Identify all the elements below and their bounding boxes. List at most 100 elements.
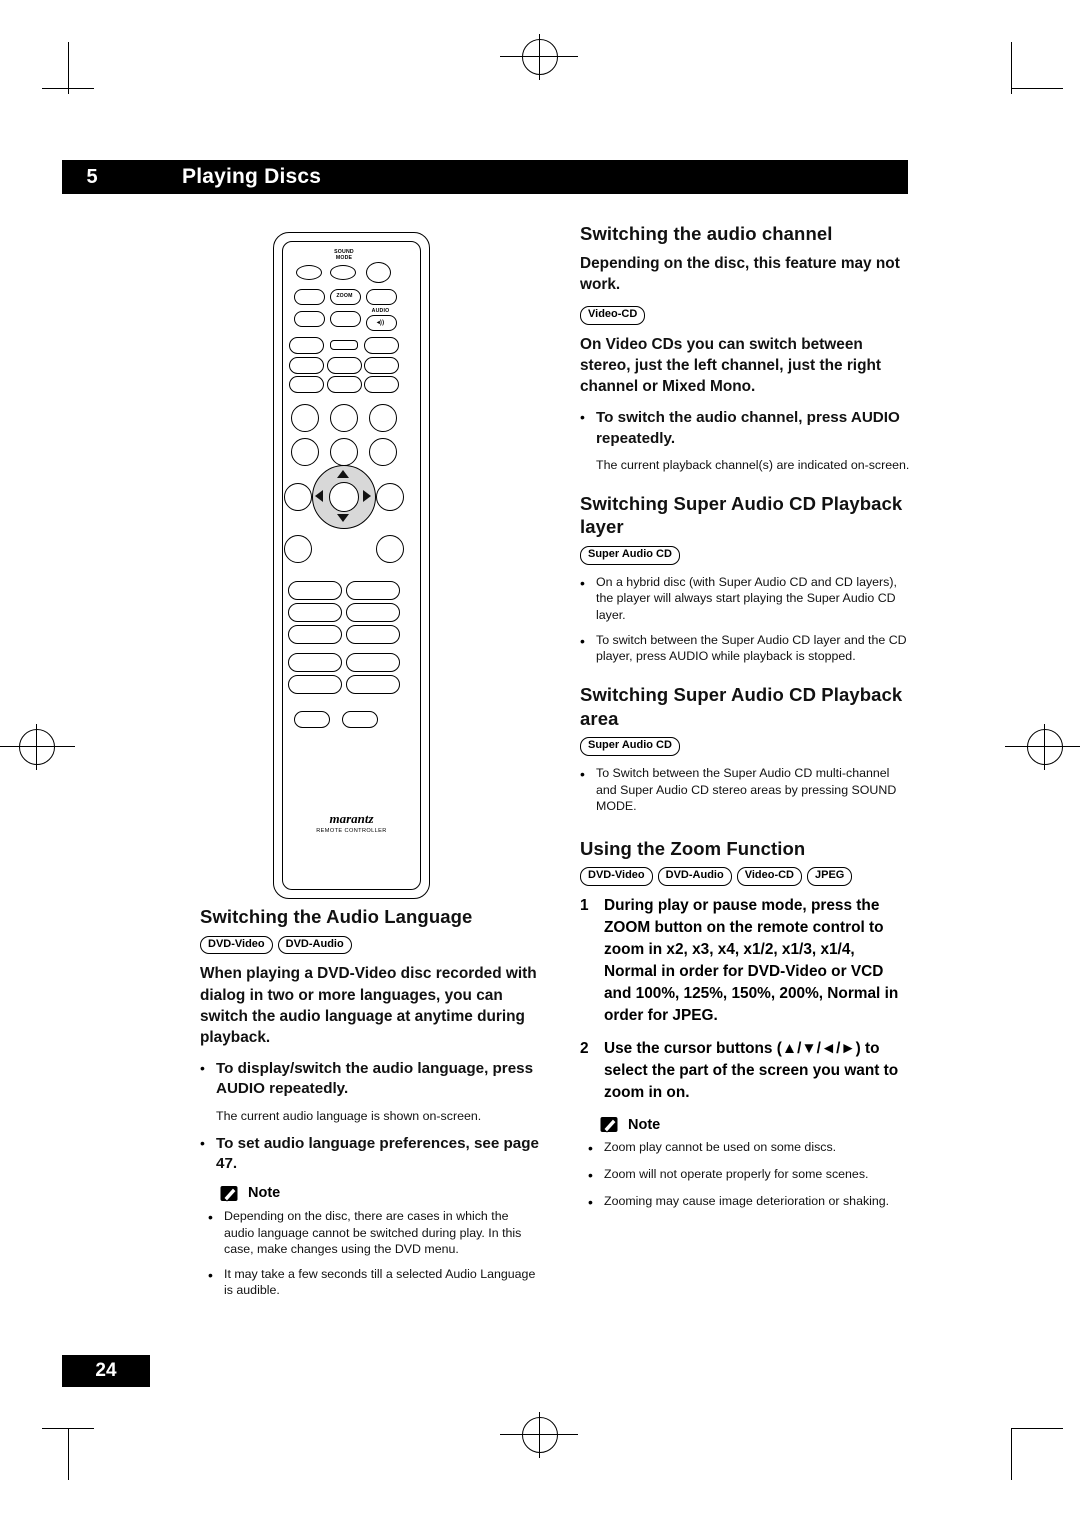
remote-label-audio: AUDIO: [371, 308, 390, 314]
bullet-dot: •: [200, 1059, 205, 1076]
remote-button-r6c2[interactable]: [327, 376, 362, 393]
bullet-text: On a hybrid disc (with Super Audio CD an…: [596, 574, 897, 623]
note-item-right-3: • Zooming may cause image deterioration …: [588, 1193, 910, 1212]
note-item-right-2: • Zoom will not operate properly for som…: [588, 1166, 910, 1185]
remote-button-r5c1[interactable]: [289, 357, 324, 374]
right-column: Switching the audio channel Depending on…: [580, 222, 910, 1220]
remote-button-r10-right[interactable]: [376, 535, 404, 563]
remote-button-r6c3[interactable]: [364, 376, 399, 393]
badge-super-audio-cd: Super Audio CD: [580, 546, 680, 565]
remote-button-r3c1[interactable]: [294, 311, 325, 327]
remote-button-r5c3[interactable]: [364, 357, 399, 374]
remote-button-r15c2[interactable]: [346, 675, 400, 694]
note-text: It may take a few seconds till a selecte…: [224, 1266, 536, 1298]
badge-dvd-video: DVD-Video: [580, 867, 653, 887]
remote-button-r11c2[interactable]: [346, 581, 400, 600]
registration-mark-bottom-cross-v: [538, 1412, 540, 1458]
bullet-text: To display/switch the audio language, pr…: [216, 1059, 534, 1098]
remote-button-r5c2[interactable]: [327, 357, 362, 374]
remote-button-r16c1[interactable]: [294, 711, 330, 728]
remote-button-r1c1[interactable]: [296, 265, 322, 280]
remote-button-r13c2[interactable]: [346, 625, 400, 644]
bullet-dot: •: [208, 1208, 213, 1225]
remote-button-r9-right[interactable]: [376, 483, 404, 511]
registration-mark-top-cross-v: [538, 34, 540, 80]
note-label: Note: [628, 1116, 661, 1133]
registration-mark-right-cross-v: [1043, 724, 1045, 770]
crop-mark-top-left-v: [68, 42, 70, 94]
badge-dvd-audio: DVD-Audio: [657, 867, 732, 887]
badge-jpeg: JPEG: [807, 867, 853, 887]
bullet-dot: •: [580, 765, 585, 782]
remote-dpad-right-icon: [363, 490, 371, 502]
remote-button-r10-left[interactable]: [284, 535, 312, 563]
bullet-subtext-playback-channel: The current playback channel(s) are indi…: [596, 458, 910, 473]
step-2-zoom: 2 Use the cursor buttons (▲/▼/◄/►) to se…: [580, 1038, 910, 1104]
remote-button-r2c3[interactable]: [366, 289, 397, 305]
remote-button-r8c1[interactable]: [291, 438, 319, 466]
remote-button-r4c3[interactable]: [364, 337, 399, 354]
note-text: Zoom will not operate properly for some …: [604, 1166, 869, 1181]
remote-button-r9-left[interactable]: [284, 483, 312, 511]
remote-button-r15c1[interactable]: [288, 675, 342, 694]
badge-group-audio-channel: Video-CD: [580, 305, 910, 325]
remote-button-r4c2[interactable]: [330, 340, 358, 350]
bullet-dot: •: [580, 408, 585, 425]
note-pencil-icon: [220, 1185, 241, 1202]
remote-dpad-enter-button[interactable]: [329, 482, 359, 512]
badge-group-zoom: DVD-Video DVD-Audio Video-CD JPEG: [580, 867, 910, 887]
section-title-switching-audio-language: Switching the Audio Language: [200, 906, 473, 927]
bullet-sacd-area-1: • To Switch between the Super Audio CD m…: [580, 765, 910, 815]
paragraph-audio-channel-intro: Depending on the disc, this feature may …: [580, 254, 900, 293]
remote-control-illustration: SOUND MODE ZOOM AUDIO ◂)) marantz REMOTE…: [273, 232, 430, 899]
bullet-switch-audio-channel: • To switch the audio channel, press AUD…: [580, 408, 910, 449]
badge-group-sacd-area: Super Audio CD: [580, 737, 910, 756]
remote-button-r12c2[interactable]: [346, 603, 400, 622]
remote-button-r14c1[interactable]: [288, 653, 342, 672]
section-title-sacd-playback-layer: Switching Super Audio CD Playback layer: [580, 492, 903, 538]
note-text: Zooming may cause image deterioration or…: [604, 1193, 890, 1208]
registration-mark-right-cross-h: [1005, 745, 1080, 747]
crop-mark-bottom-right-v: [1011, 1428, 1013, 1480]
left-column: Switching the Audio Language DVD-Video D…: [200, 905, 540, 1307]
bullet-sacd-layer-2: • To switch between the Super Audio CD l…: [580, 632, 910, 665]
bullet-dot: •: [580, 574, 585, 591]
paragraph-audio-language: When playing a DVD-Video disc recorded w…: [200, 965, 537, 1046]
bullet-text: To Switch between the Super Audio CD mul…: [596, 765, 897, 814]
remote-button-r12c1[interactable]: [288, 603, 342, 622]
remote-button-r4c1[interactable]: [289, 337, 324, 354]
bullet-dot: •: [200, 1134, 205, 1151]
note-header-left: Note: [220, 1185, 540, 1202]
remote-button-r13c1[interactable]: [288, 625, 342, 644]
remote-brand-logo: marantz: [329, 811, 374, 826]
bullet-dot: •: [588, 1193, 593, 1210]
remote-button-r6c1[interactable]: [289, 376, 324, 393]
registration-mark-top: [522, 39, 558, 75]
crop-mark-bottom-left-v: [68, 1428, 70, 1480]
bullet-dot: •: [588, 1140, 593, 1157]
paragraph-audio-channel: On Video CDs you can switch between ster…: [580, 335, 882, 395]
remote-button-r1c2[interactable]: [330, 265, 356, 280]
remote-button-r2c1[interactable]: [294, 289, 325, 305]
remote-button-r8c2[interactable]: [330, 438, 358, 466]
note-item-left-1: • Depending on the disc, there are cases…: [208, 1208, 540, 1258]
remote-button-r7c1[interactable]: [291, 404, 319, 432]
remote-button-r3c2[interactable]: [330, 311, 361, 327]
remote-button-r16c2[interactable]: [342, 711, 378, 728]
note-text: Zoom play cannot be used on some discs.: [604, 1140, 837, 1155]
crop-mark-top-right-h: [1011, 88, 1063, 90]
badge-super-audio-cd: Super Audio CD: [580, 737, 680, 756]
remote-button-r7c2[interactable]: [330, 404, 358, 432]
crop-mark-top-right-v: [1011, 42, 1013, 94]
remote-button-r1c3[interactable]: [366, 262, 391, 283]
remote-button-r14c2[interactable]: [346, 653, 400, 672]
registration-mark-left-cross-h: [0, 745, 75, 747]
badge-group-audio-language: DVD-Video DVD-Audio: [200, 935, 540, 955]
bullet-text: To switch the audio channel, press AUDIO…: [596, 408, 900, 447]
remote-label-sound-mode-line2: MODE: [335, 255, 353, 261]
remote-button-r8c3[interactable]: [369, 438, 397, 466]
remote-button-r11c1[interactable]: [288, 581, 342, 600]
note-header-right: Note: [600, 1116, 910, 1133]
step-1-zoom: 1 During play or pause mode, press the Z…: [580, 895, 910, 1026]
remote-button-r7c3[interactable]: [369, 404, 397, 432]
